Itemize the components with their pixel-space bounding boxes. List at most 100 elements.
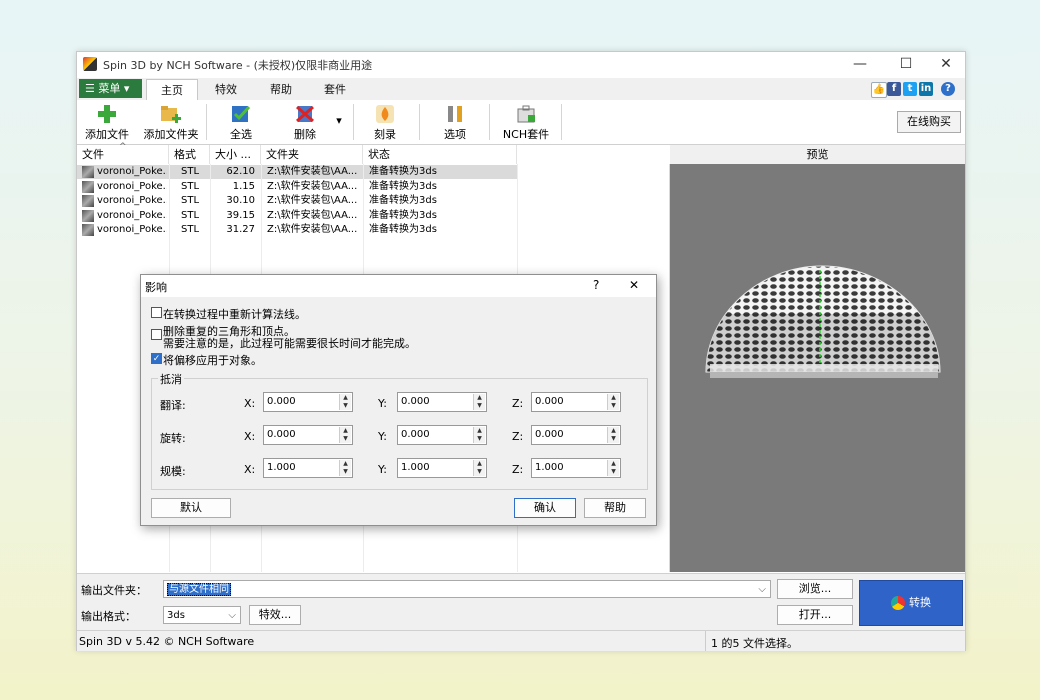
chevron-down-icon: ⌵ [758, 584, 766, 595]
file-name: voronoi_Poke... [97, 181, 167, 192]
minimize-button[interactable]: — [845, 54, 875, 74]
select-all-label: 全选 [230, 128, 252, 141]
rotate-y-value: 0.000 [401, 429, 430, 440]
output-folder-label: 输出文件夹： [81, 584, 147, 597]
column-folder[interactable]: 文件夹 [261, 145, 363, 164]
chevron-down-icon: ⌵ [228, 610, 236, 621]
delete-button[interactable]: 删除 [281, 104, 329, 142]
axis-z-label: Z: [512, 397, 524, 410]
stepper-arrows[interactable]: ▲ ▼ [473, 460, 485, 476]
toolbar-separator [206, 104, 207, 140]
toolbar-separator [561, 104, 562, 140]
close-button[interactable]: ✕ [931, 54, 961, 74]
column-format[interactable]: 格式 [169, 145, 210, 164]
output-folder-select[interactable]: 与源文件相同 ⌵ [163, 580, 771, 598]
tab-suite[interactable]: 套件 [311, 79, 359, 100]
dialog-close-button[interactable]: ✕ [629, 278, 639, 292]
remove-duplicates-checkbox[interactable] [151, 329, 162, 340]
file-folder: Z:\软件安装包\AA... [267, 224, 358, 235]
table-row[interactable]: voronoi_Poke... STL 39.15 Z:\软件安装包\AA...… [77, 209, 517, 223]
facebook-icon[interactable]: f [887, 82, 901, 96]
browse-button[interactable]: 浏览... [777, 579, 853, 599]
file-status: 准备转换为3ds [369, 210, 437, 221]
table-row[interactable]: voronoi_Poke... STL 1.15 Z:\软件安装包\AA... … [77, 180, 517, 194]
buy-online-button[interactable]: 在线购买 [897, 111, 961, 133]
title-bar: Spin 3D by NCH Software - (未授权)仅限非商业用途 —… [77, 52, 965, 76]
ok-button[interactable]: 确认 [514, 498, 576, 518]
status-selection: 1 的5 文件选择。 [711, 637, 798, 650]
add-file-button[interactable]: 添加文件 [83, 104, 131, 142]
apply-offset-checkbox[interactable]: ✓ [151, 353, 162, 364]
options-button[interactable]: 选项 [433, 104, 477, 142]
select-all-button[interactable]: 全选 [217, 104, 265, 142]
delete-dropdown-chevron-icon[interactable]: ▾ [333, 114, 345, 127]
nch-suite-button[interactable]: NCH套件 [501, 104, 551, 142]
linkedin-icon[interactable]: in [919, 82, 933, 96]
table-row[interactable]: voronoi_Poke... STL 30.10 Z:\软件安装包\AA...… [77, 194, 517, 208]
burn-button[interactable]: 刻录 [363, 104, 407, 142]
translate-z-stepper[interactable]: 0.000 ▲ ▼ [531, 392, 621, 412]
stepper-arrows[interactable]: ▲ ▼ [607, 460, 619, 476]
add-folder-button[interactable]: 添加文件夹 [143, 104, 199, 142]
axis-x-label: X: [244, 397, 256, 410]
scale-y-stepper[interactable]: 1.000 ▲ ▼ [397, 458, 487, 478]
file-format: STL [181, 210, 200, 221]
scale-label: 规模: [160, 465, 186, 478]
scale-x-stepper[interactable]: 1.000 ▲ ▼ [263, 458, 353, 478]
recalc-normals-checkbox[interactable] [151, 307, 162, 318]
stepper-arrows[interactable]: ▲ ▼ [339, 460, 351, 476]
maximize-button[interactable]: ☐ [891, 54, 921, 74]
twitter-icon[interactable]: t [903, 82, 917, 96]
suite-bag-icon [515, 104, 537, 124]
dialog-help-text-button[interactable]: 帮助 [584, 498, 646, 518]
rotate-z-stepper[interactable]: 0.000 ▲ ▼ [531, 425, 621, 445]
output-format-value: 3ds [167, 610, 185, 621]
file-format: STL [181, 181, 200, 192]
stepper-arrows[interactable]: ▲ ▼ [607, 427, 619, 443]
scale-x-value: 1.000 [267, 462, 296, 473]
file-name: voronoi_Poke... [97, 224, 167, 235]
apply-offset-label: 将偏移应用于对象。 [163, 354, 262, 367]
stl-file-icon [82, 210, 94, 222]
stepper-arrows[interactable]: ▲ ▼ [607, 394, 619, 410]
tab-home[interactable]: 主页 [146, 79, 198, 100]
column-size[interactable]: 大小 ... [210, 145, 261, 164]
thumbs-up-icon[interactable]: 👍 [871, 82, 887, 98]
rotate-y-stepper[interactable]: 0.000 ▲ ▼ [397, 425, 487, 445]
checkmark-icon [230, 104, 252, 124]
scale-z-stepper[interactable]: 1.000 ▲ ▼ [531, 458, 621, 478]
output-format-select[interactable]: 3ds ⌵ [163, 606, 241, 624]
stepper-arrows[interactable]: ▲ ▼ [473, 394, 485, 410]
table-row[interactable]: voronoi_Poke... STL 31.27 Z:\软件安装包\AA...… [77, 223, 517, 237]
toolbar-separator [419, 104, 420, 140]
column-status[interactable]: 状态 [363, 145, 517, 164]
convert-button[interactable]: 转换 [859, 580, 963, 626]
dialog-title-bar: 影响 ? ✕ [141, 275, 656, 297]
plus-icon [96, 104, 118, 124]
stepper-arrows[interactable]: ▲ ▼ [339, 427, 351, 443]
open-button[interactable]: 打开... [777, 605, 853, 625]
file-folder: Z:\软件安装包\AA... [267, 181, 358, 192]
translate-y-stepper[interactable]: 0.000 ▲ ▼ [397, 392, 487, 412]
translate-label: 翻译: [160, 399, 186, 412]
preview-pane[interactable] [670, 164, 965, 572]
main-menu-button[interactable]: ☰ 菜单 ▾ [79, 79, 142, 98]
scale-y-value: 1.000 [401, 462, 430, 473]
file-size: 1.15 [232, 181, 255, 192]
offset-group-label: 抵消 [158, 371, 184, 387]
dialog-help-button[interactable]: ? [593, 278, 599, 292]
translate-x-stepper[interactable]: 0.000 ▲ ▼ [263, 392, 353, 412]
stepper-arrows[interactable]: ▲ ▼ [339, 394, 351, 410]
help-icon[interactable]: ? [941, 82, 955, 96]
stl-file-icon [82, 166, 94, 178]
default-button[interactable]: 默认 [151, 498, 231, 518]
add-folder-label: 添加文件夹 [143, 128, 199, 141]
effects-button[interactable]: 特效... [249, 605, 301, 625]
stepper-arrows[interactable]: ▲ ▼ [473, 427, 485, 443]
status-version: Spin 3D v 5.42 © NCH Software [79, 635, 255, 648]
tab-effects[interactable]: 特效 [202, 79, 250, 100]
tab-help[interactable]: 帮助 [257, 79, 305, 100]
rotate-x-stepper[interactable]: 0.000 ▲ ▼ [263, 425, 353, 445]
translate-x-value: 0.000 [267, 396, 296, 407]
table-row[interactable]: voronoi_Poke... STL 62.10 Z:\软件安装包\AA...… [77, 165, 517, 179]
